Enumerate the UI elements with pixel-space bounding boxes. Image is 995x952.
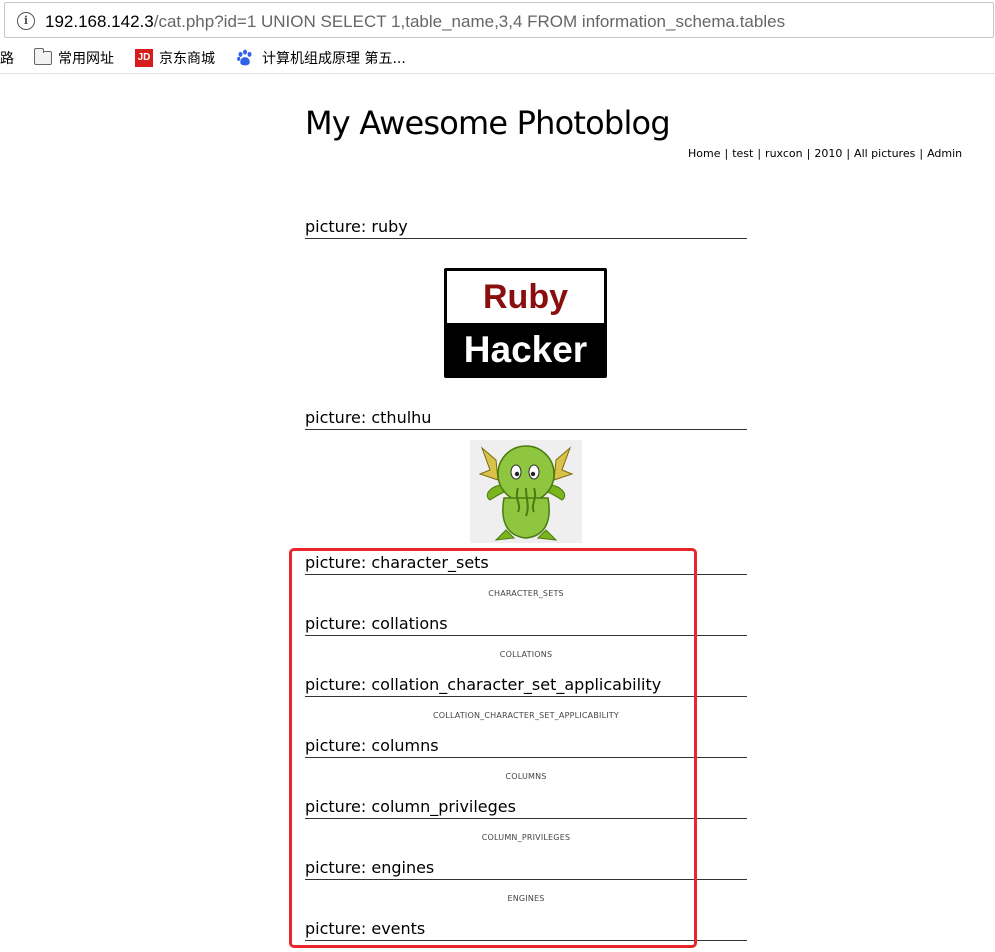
entry-heading[interactable]: picture: events — [305, 919, 747, 941]
cthulhu-illustration — [478, 445, 574, 541]
bookmark-item[interactable]: JD 京东商城 — [135, 48, 215, 68]
bookmark-label: 计算机组成原理 第五... — [262, 51, 406, 67]
bookmarks-bar: 址路 常用网址 JD 京东商城 计算机组成原理 第五... — [0, 40, 995, 74]
entry-caption: COLUMN_PRIVILEGES — [481, 833, 571, 842]
entry-heading[interactable]: picture: collations — [305, 614, 747, 636]
url-text[interactable]: 192.168.142.3/cat.php?id=1 UNION SELECT … — [45, 12, 785, 32]
jd-icon: JD — [135, 49, 153, 67]
entry-heading[interactable]: picture: collation_character_set_applica… — [305, 675, 747, 697]
entry-caption: COLLATIONS — [499, 650, 553, 659]
nav-separator: | — [919, 147, 924, 160]
image-text: Hacker — [463, 329, 588, 370]
url-field[interactable]: i 192.168.142.3/cat.php?id=1 UNION SELEC… — [4, 2, 994, 38]
site-title[interactable]: My Awesome Photoblog — [305, 104, 671, 142]
address-bar: i 192.168.142.3/cat.php?id=1 UNION SELEC… — [0, 0, 995, 40]
ruby-hacker-image[interactable]: Ruby Hacker — [444, 268, 607, 378]
site-nav: Home | test | ruxcon | 2010 | All pictures | Admin — [688, 147, 962, 160]
bookmark-label: 京东商城 — [159, 51, 215, 67]
entry-caption: ENGINES — [507, 894, 545, 903]
folder-icon — [33, 48, 52, 65]
cthulhu-image[interactable] — [470, 440, 582, 543]
entry-heading[interactable]: picture: columns — [305, 736, 747, 758]
image-text: Ruby — [447, 271, 604, 323]
nav-admin[interactable]: Admin — [927, 147, 962, 160]
entry-caption: COLLATION_CHARACTER_SET_APPLICABILITY — [433, 711, 619, 720]
nav-2010[interactable]: 2010 — [814, 147, 842, 160]
bookmark-label: 址路 — [0, 51, 14, 67]
nav-separator: | — [806, 147, 811, 160]
nav-separator: | — [724, 147, 729, 160]
bookmark-label: 常用网址 — [58, 51, 114, 67]
nav-ruxcon[interactable]: ruxcon — [765, 147, 803, 160]
bookmark-item[interactable]: 址路 — [0, 48, 14, 68]
bookmark-folder[interactable]: 常用网址 — [33, 48, 114, 68]
entry-heading[interactable]: picture: ruby — [305, 217, 747, 239]
nav-separator: | — [757, 147, 762, 160]
nav-separator: | — [846, 147, 851, 160]
bookmark-item[interactable]: 计算机组成原理 第五... — [236, 48, 406, 68]
entry-heading[interactable]: picture: character_sets — [305, 553, 747, 575]
url-path: /cat.php?id=1 UNION SELECT 1,table_name,… — [153, 12, 786, 31]
info-icon[interactable]: i — [17, 12, 35, 30]
entry-caption: CHARACTER_SETS — [488, 589, 564, 598]
nav-home[interactable]: Home — [688, 147, 720, 160]
nav-test[interactable]: test — [732, 147, 753, 160]
entry-caption: COLUMNS — [505, 772, 547, 781]
entry-heading[interactable]: picture: column_privileges — [305, 797, 747, 819]
baidu-paw-icon — [237, 49, 252, 66]
url-host: 192.168.142.3 — [45, 12, 154, 31]
nav-all-pictures[interactable]: All pictures — [854, 147, 915, 160]
entry-heading[interactable]: picture: cthulhu — [305, 408, 747, 430]
entry-heading[interactable]: picture: engines — [305, 858, 747, 880]
